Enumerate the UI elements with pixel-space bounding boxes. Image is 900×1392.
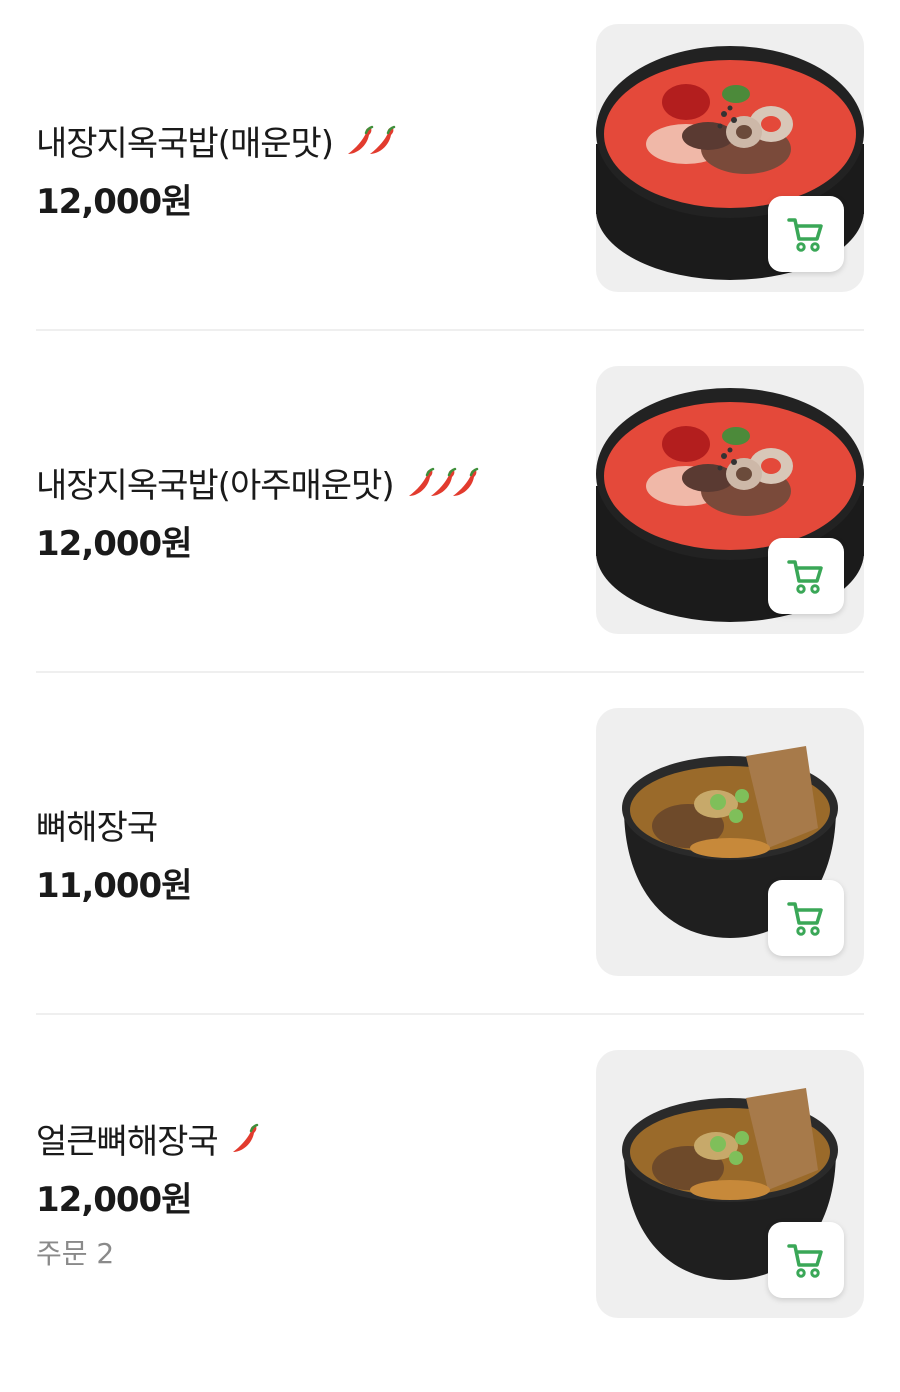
- menu-item-name-row: 내장지옥국밥(매운맛): [36, 116, 396, 165]
- shopping-cart-icon: [787, 902, 823, 936]
- add-to-cart-button[interactable]: [768, 196, 844, 272]
- shopping-cart-icon: [787, 560, 823, 594]
- order-count: 주문 2: [36, 1237, 115, 1270]
- menu-item-name: 뼈해장국: [36, 808, 158, 848]
- menu-item-price: 12,000원: [36, 524, 192, 564]
- divider: [36, 671, 864, 673]
- chili-pepper-icon: [452, 467, 478, 496]
- menu-item-name-row: 뼈해장국: [36, 800, 158, 849]
- menu-item-image[interactable]: [596, 366, 864, 634]
- menu-item-info[interactable]: 내장지옥국밥(아주매운맛) 12,000원: [36, 366, 576, 634]
- menu-item-info[interactable]: 내장지옥국밥(매운맛) 12,000원: [36, 24, 576, 292]
- menu-item-info[interactable]: 뼈해장국 11,000원: [36, 708, 576, 976]
- menu-item[interactable]: 뼈해장국 11,000원: [36, 708, 864, 1050]
- add-to-cart-button[interactable]: [768, 1222, 844, 1298]
- shopping-cart-icon: [787, 1244, 823, 1278]
- chili-pepper-icon: [232, 1123, 258, 1152]
- menu-item-name: 내장지옥국밥(아주매운맛): [36, 466, 395, 506]
- spice-indicator: [406, 466, 478, 500]
- menu-item-name: 얼큰뼈해장국: [36, 1122, 219, 1162]
- menu-list: 내장지옥국밥(매운맛) 12,000원 내장지옥국밥(아주매운맛) 12,000…: [36, 24, 864, 1392]
- menu-item-info[interactable]: 얼큰뼈해장국 12,000원 주문 2: [36, 1050, 576, 1318]
- shopping-cart-icon: [787, 218, 823, 252]
- spice-indicator: [345, 124, 396, 158]
- menu-item-name-row: 내장지옥국밥(아주매운맛): [36, 458, 478, 507]
- divider: [36, 329, 864, 331]
- menu-item-price: 12,000원: [36, 1180, 192, 1220]
- menu-item-name-row: 얼큰뼈해장국: [36, 1114, 258, 1163]
- spice-indicator: [230, 1122, 258, 1156]
- menu-item-image[interactable]: [596, 708, 864, 976]
- divider: [36, 1013, 864, 1015]
- menu-item[interactable]: 내장지옥국밥(매운맛) 12,000원: [36, 24, 864, 366]
- menu-item-price: 12,000원: [36, 182, 192, 222]
- menu-item-image[interactable]: [596, 1050, 864, 1318]
- menu-item-name: 내장지옥국밥(매운맛): [36, 124, 334, 164]
- menu-item-image[interactable]: [596, 24, 864, 292]
- add-to-cart-button[interactable]: [768, 880, 844, 956]
- menu-item[interactable]: 얼큰뼈해장국 12,000원 주문 2: [36, 1050, 864, 1392]
- menu-item-price: 11,000원: [36, 866, 192, 906]
- menu-item[interactable]: 내장지옥국밥(아주매운맛) 12,000원: [36, 366, 864, 708]
- add-to-cart-button[interactable]: [768, 538, 844, 614]
- chili-pepper-icon: [370, 125, 396, 154]
